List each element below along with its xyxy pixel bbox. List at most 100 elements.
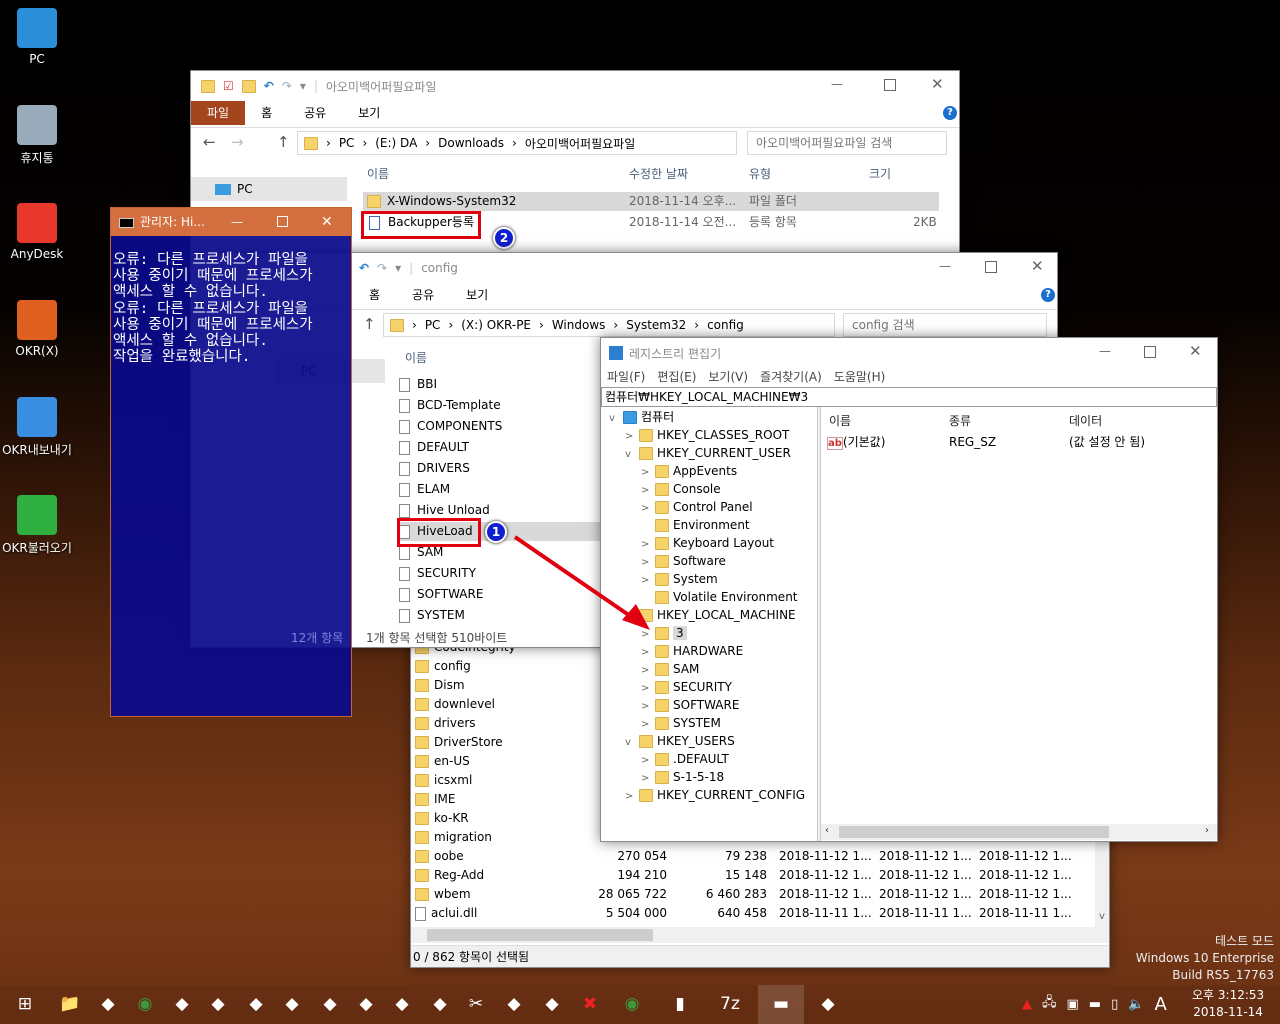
chrome-icon[interactable]: ◉ bbox=[125, 985, 165, 1024]
regedit-icon[interactable]: ◆ bbox=[532, 985, 572, 1024]
tree-node[interactable]: > HKEY_CLASSES_ROOT bbox=[625, 426, 789, 444]
close-button[interactable]: ✕ bbox=[1031, 257, 1044, 275]
tree-node[interactable]: Environment bbox=[641, 516, 750, 534]
menu-help[interactable]: 도움말(H) bbox=[834, 368, 886, 385]
desktop-icon-okr-import[interactable]: OKR불러오기 bbox=[0, 495, 74, 556]
file-row[interactable]: COMPONENTS bbox=[399, 417, 599, 436]
tree-node[interactable]: > System bbox=[641, 570, 718, 588]
close-button[interactable]: ✕ bbox=[931, 75, 944, 93]
help-icon[interactable]: ? bbox=[1041, 288, 1055, 302]
desktop-icon-recycle-bin[interactable]: 휴지통 bbox=[0, 105, 74, 166]
breadcrumb-system32[interactable]: System32 bbox=[626, 318, 686, 332]
tree-node[interactable]: > AppEvents bbox=[641, 462, 737, 480]
address-bar[interactable]: › PC › (X:) OKR-PE › Windows › System32 › co… bbox=[383, 313, 835, 337]
redo-icon[interactable]: ↷ bbox=[377, 261, 387, 275]
file-row[interactable]: BBI bbox=[399, 375, 599, 394]
minimize-button[interactable]: — bbox=[1099, 344, 1111, 358]
breadcrumb-drive[interactable]: (E:) DA bbox=[375, 136, 417, 150]
file-row[interactable]: Reg-Add 194 210 15 148 2018-11-12 1... 2018-… bbox=[415, 866, 1091, 885]
tree-node[interactable]: > SYSTEM bbox=[641, 714, 721, 732]
backup-icon[interactable]: ◆ bbox=[272, 985, 312, 1024]
network-icon[interactable]: ◆ bbox=[310, 985, 350, 1024]
minimize-button[interactable]: — bbox=[231, 208, 243, 236]
minimize-button[interactable]: — bbox=[831, 77, 843, 91]
breadcrumb-pc[interactable]: PC bbox=[339, 136, 355, 150]
tree-node[interactable]: > HKEY_CURRENT_CONFIG bbox=[625, 786, 805, 804]
search-input[interactable]: 아오미백어퍼필요파일 검색 bbox=[747, 131, 947, 155]
tree-node[interactable]: > SECURITY bbox=[641, 678, 732, 696]
file-row[interactable]: oobe 270 054 79 238 2018-11-12 1... 2018-11-… bbox=[415, 847, 1091, 866]
menu-favorites[interactable]: 즐겨찾기(A) bbox=[760, 368, 822, 385]
file-explorer-icon[interactable]: 📁 bbox=[50, 985, 90, 1024]
ribbon-tab-file[interactable]: 파일 bbox=[191, 101, 246, 125]
file-row[interactable]: SYSTEM bbox=[399, 606, 599, 625]
chevron-down-icon[interactable]: v bbox=[625, 734, 639, 752]
file-row[interactable]: aclui.dll 5 504 000 640 458 2018-11-11 1...… bbox=[415, 904, 1091, 923]
7zip-icon[interactable]: 7z bbox=[710, 985, 750, 1024]
network-tool-icon[interactable]: ▲ bbox=[1022, 997, 1032, 1012]
chevron-down-icon[interactable]: v bbox=[625, 608, 639, 626]
tree-node[interactable]: > HARDWARE bbox=[641, 642, 743, 660]
breadcrumb-config[interactable]: config bbox=[707, 318, 744, 332]
up-button[interactable]: ↑ bbox=[277, 133, 290, 151]
close-button[interactable]: ✕ bbox=[1189, 342, 1202, 360]
desktop-icon-okr-export[interactable]: OKR내보내기 bbox=[0, 397, 74, 458]
file-row[interactable]: SECURITY bbox=[399, 564, 599, 583]
usb-icon[interactable]: ▯ bbox=[1111, 997, 1118, 1012]
notepad-icon[interactable]: ◆ bbox=[346, 985, 386, 1024]
close-button[interactable]: ✕ bbox=[321, 208, 333, 236]
help-icon[interactable]: ? bbox=[943, 106, 957, 120]
clock[interactable]: 오후 3:12:53 2018-11-14 bbox=[1192, 987, 1264, 1021]
customize-icon[interactable]: ▾ bbox=[395, 261, 401, 275]
tree-node[interactable]: > S-1-5-18 bbox=[641, 768, 724, 786]
monitor-icon[interactable]: ▣ bbox=[1067, 997, 1079, 1012]
breadcrumb-pc[interactable]: PC bbox=[425, 318, 441, 332]
properties-icon[interactable]: ☑ bbox=[223, 79, 234, 93]
tree-node[interactable]: Volatile Environment bbox=[641, 588, 798, 606]
tools-icon[interactable]: ✂ bbox=[456, 985, 496, 1024]
menu-file[interactable]: 파일(F) bbox=[607, 368, 645, 385]
desktop-icon-pc[interactable]: PC bbox=[0, 8, 74, 66]
tree-node[interactable]: v HKEY_USERS bbox=[625, 732, 735, 750]
horizontal-scrollbar[interactable] bbox=[411, 927, 1109, 943]
ribbon-tab-share[interactable]: 공유 bbox=[396, 283, 450, 307]
file-row[interactable]: X-Windows-System32 2018-11-14 오후... 파일 폴… bbox=[363, 192, 939, 211]
address-field[interactable]: 컴퓨터₩HKEY_LOCAL_MACHINE₩3 bbox=[601, 387, 1217, 407]
new-folder-icon[interactable] bbox=[241, 79, 256, 93]
customize-icon[interactable]: ▾ bbox=[300, 79, 306, 93]
drive-icon[interactable]: ▬ bbox=[1089, 997, 1101, 1012]
horizontal-scrollbar[interactable]: ‹ › bbox=[821, 824, 1217, 840]
file-row[interactable]: ELAM bbox=[399, 480, 599, 499]
breadcrumb-windows[interactable]: Windows bbox=[552, 318, 606, 332]
butterfly-icon[interactable]: ◆ bbox=[236, 985, 276, 1024]
breadcrumb-drive[interactable]: (X:) OKR-PE bbox=[461, 318, 531, 332]
back-button[interactable]: ← bbox=[203, 133, 216, 151]
menu-edit[interactable]: 편집(E) bbox=[657, 368, 696, 385]
nav-item-pc[interactable]: PC bbox=[191, 177, 347, 201]
ime-indicator[interactable]: A bbox=[1154, 994, 1166, 1015]
disk-icon[interactable]: ◆ bbox=[198, 985, 238, 1024]
undo-icon[interactable]: ↶ bbox=[264, 79, 274, 93]
tree-icon[interactable]: ◆ bbox=[808, 985, 848, 1024]
close-app-icon[interactable]: ✖ bbox=[570, 985, 610, 1024]
maximize-button[interactable] bbox=[884, 79, 896, 91]
ribbon-tab-view[interactable]: 보기 bbox=[342, 101, 396, 125]
tree-node[interactable]: > Keyboard Layout bbox=[641, 534, 774, 552]
column-type[interactable]: 종류 bbox=[949, 412, 971, 429]
column-name[interactable]: 이름 bbox=[829, 412, 851, 429]
forward-button[interactable]: → bbox=[231, 133, 244, 151]
installer-icon[interactable]: ◆ bbox=[494, 985, 534, 1024]
ribbon-tab-view[interactable]: 보기 bbox=[450, 283, 504, 307]
network-icon[interactable]: 🖧 bbox=[1042, 993, 1057, 1015]
ribbon-tab-home[interactable]: 홈 bbox=[353, 283, 396, 307]
volume-icon[interactable]: 🔈 bbox=[1128, 997, 1144, 1012]
tree-node[interactable]: > Console bbox=[641, 480, 721, 498]
column-type[interactable]: 유형 bbox=[749, 165, 771, 182]
redo-icon[interactable]: ↷ bbox=[282, 79, 292, 93]
desktop-icon-okr[interactable]: OKR(X) bbox=[0, 300, 74, 358]
column-size[interactable]: 크기 bbox=[869, 165, 891, 182]
registry-value-row[interactable]: ab(기본값) REG_SZ (값 설정 안 됨) bbox=[827, 433, 1207, 452]
tree-node[interactable]: > Software bbox=[641, 552, 726, 570]
scroll-thumb[interactable] bbox=[427, 929, 653, 941]
chevron-right-icon[interactable]: > bbox=[625, 788, 639, 806]
